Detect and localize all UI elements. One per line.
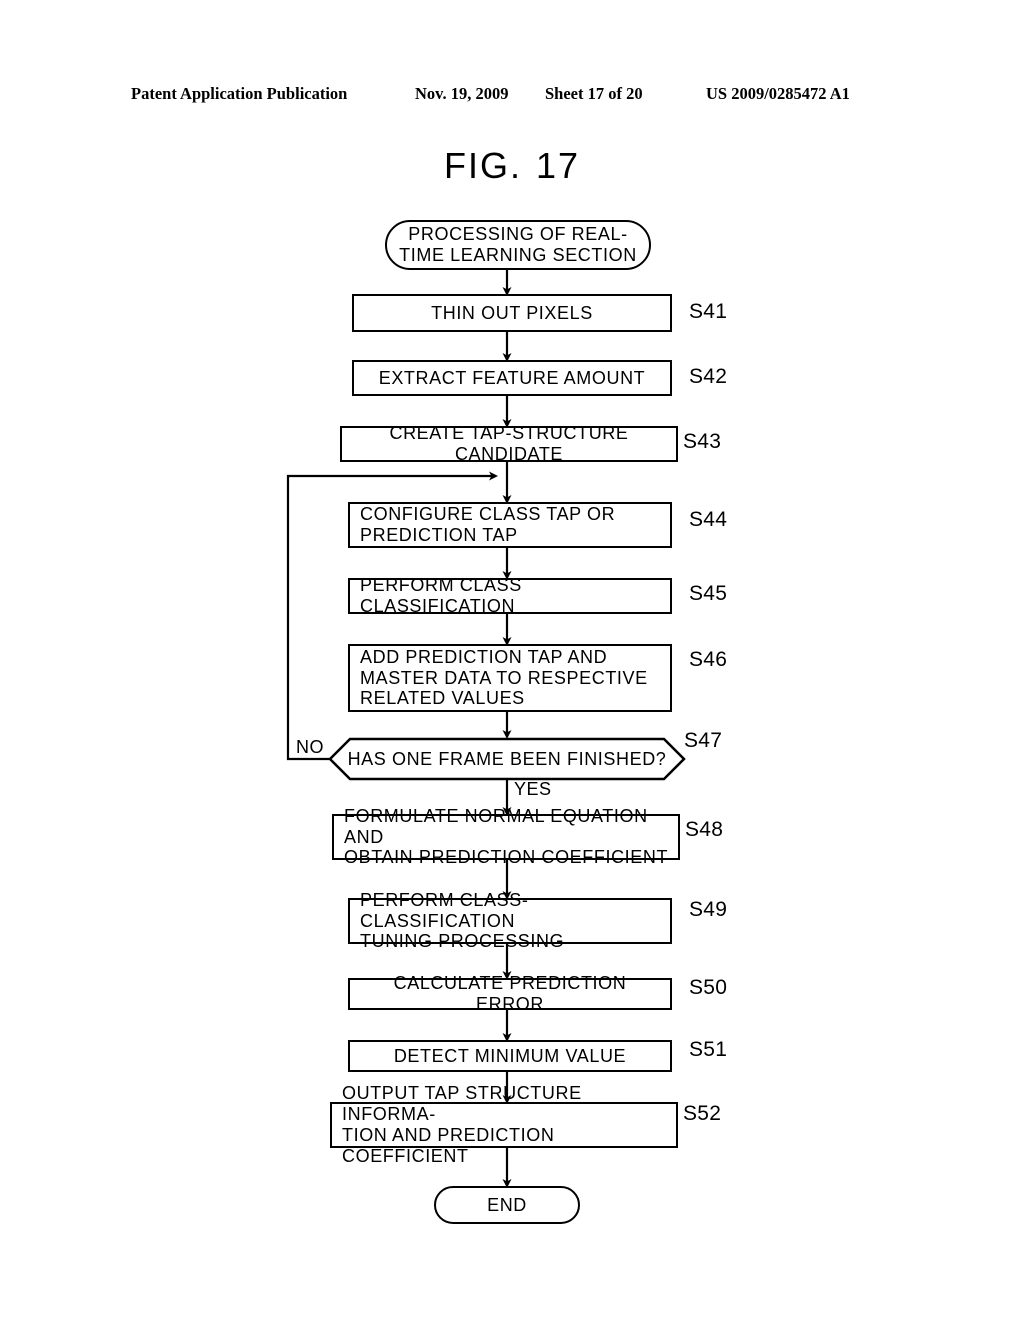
flow-step-s43: CREATE TAP-STRUCTURE CANDIDATE: [340, 423, 678, 464]
flow-step-s52-label: OUTPUT TAP STRUCTURE INFORMA- TION AND P…: [342, 1083, 582, 1166]
step-code-s44: S44: [689, 508, 728, 531]
branch-label-no: NO: [296, 737, 324, 757]
flow-decision-s47-label: HAS ONE FRAME BEEN FINISHED?: [347, 749, 667, 769]
flow-step-s44-label: CONFIGURE CLASS TAP OR PREDICTION TAP: [360, 504, 616, 545]
flow-step-s42-label: EXTRACT FEATURE AMOUNT: [378, 367, 646, 388]
flow-step-s50-label: CALCULATE PREDICTION ERROR: [393, 973, 627, 1014]
flow-step-s51-label: DETECT MINIMUM VALUE: [393, 1045, 627, 1066]
flow-step-s49: PERFORM CLASS-CLASSIFICATION TUNING PROC…: [348, 890, 672, 951]
flow-step-s44: CONFIGURE CLASS TAP OR PREDICTION TAP: [348, 502, 672, 548]
step-code-s49: S49: [689, 898, 728, 921]
step-code-s46: S46: [689, 648, 728, 671]
flow-step-s45: PERFORM CLASS CLASSIFICATION: [348, 575, 672, 616]
flow-start-terminal: PROCESSING OF REAL- TIME LEARNING SECTIO…: [385, 220, 651, 270]
flow-step-s50: CALCULATE PREDICTION ERROR: [348, 973, 672, 1014]
step-code-s43: S43: [683, 430, 722, 453]
flow-step-s43-label: CREATE TAP-STRUCTURE CANDIDATE: [389, 423, 629, 464]
step-code-s51: S51: [689, 1038, 728, 1061]
flow-step-s42: EXTRACT FEATURE AMOUNT: [352, 360, 672, 396]
step-code-s50: S50: [689, 976, 728, 999]
flow-end-terminal: END: [434, 1186, 580, 1224]
step-code-s42: S42: [689, 365, 728, 388]
flow-end-label: END: [487, 1194, 527, 1215]
flow-step-s49-label: PERFORM CLASS-CLASSIFICATION TUNING PROC…: [360, 889, 565, 952]
flow-step-s48: FORMULATE NORMAL EQUATION AND OBTAIN PRE…: [332, 806, 680, 867]
flow-step-s46: ADD PREDICTION TAP AND MASTER DATA TO RE…: [348, 644, 672, 712]
flow-step-s46-label: ADD PREDICTION TAP AND MASTER DATA TO RE…: [360, 646, 648, 709]
flow-step-s52: OUTPUT TAP STRUCTURE INFORMA- TION AND P…: [330, 1083, 678, 1166]
step-code-s52: S52: [683, 1102, 722, 1125]
step-code-s45: S45: [689, 582, 728, 605]
step-code-s41: S41: [689, 300, 728, 323]
branch-label-yes: YES: [514, 779, 552, 799]
flow-step-s41-label: THIN OUT PIXELS: [431, 302, 593, 323]
flow-step-s51: DETECT MINIMUM VALUE: [348, 1040, 672, 1072]
flow-start-label: PROCESSING OF REAL- TIME LEARNING SECTIO…: [399, 224, 637, 265]
step-code-s47: S47: [684, 729, 723, 752]
flow-step-s41: THIN OUT PIXELS: [352, 294, 672, 332]
flow-step-s48-label: FORMULATE NORMAL EQUATION AND OBTAIN PRE…: [344, 805, 669, 868]
step-code-s48: S48: [685, 818, 724, 841]
flow-step-s45-label: PERFORM CLASS CLASSIFICATION: [360, 575, 522, 616]
